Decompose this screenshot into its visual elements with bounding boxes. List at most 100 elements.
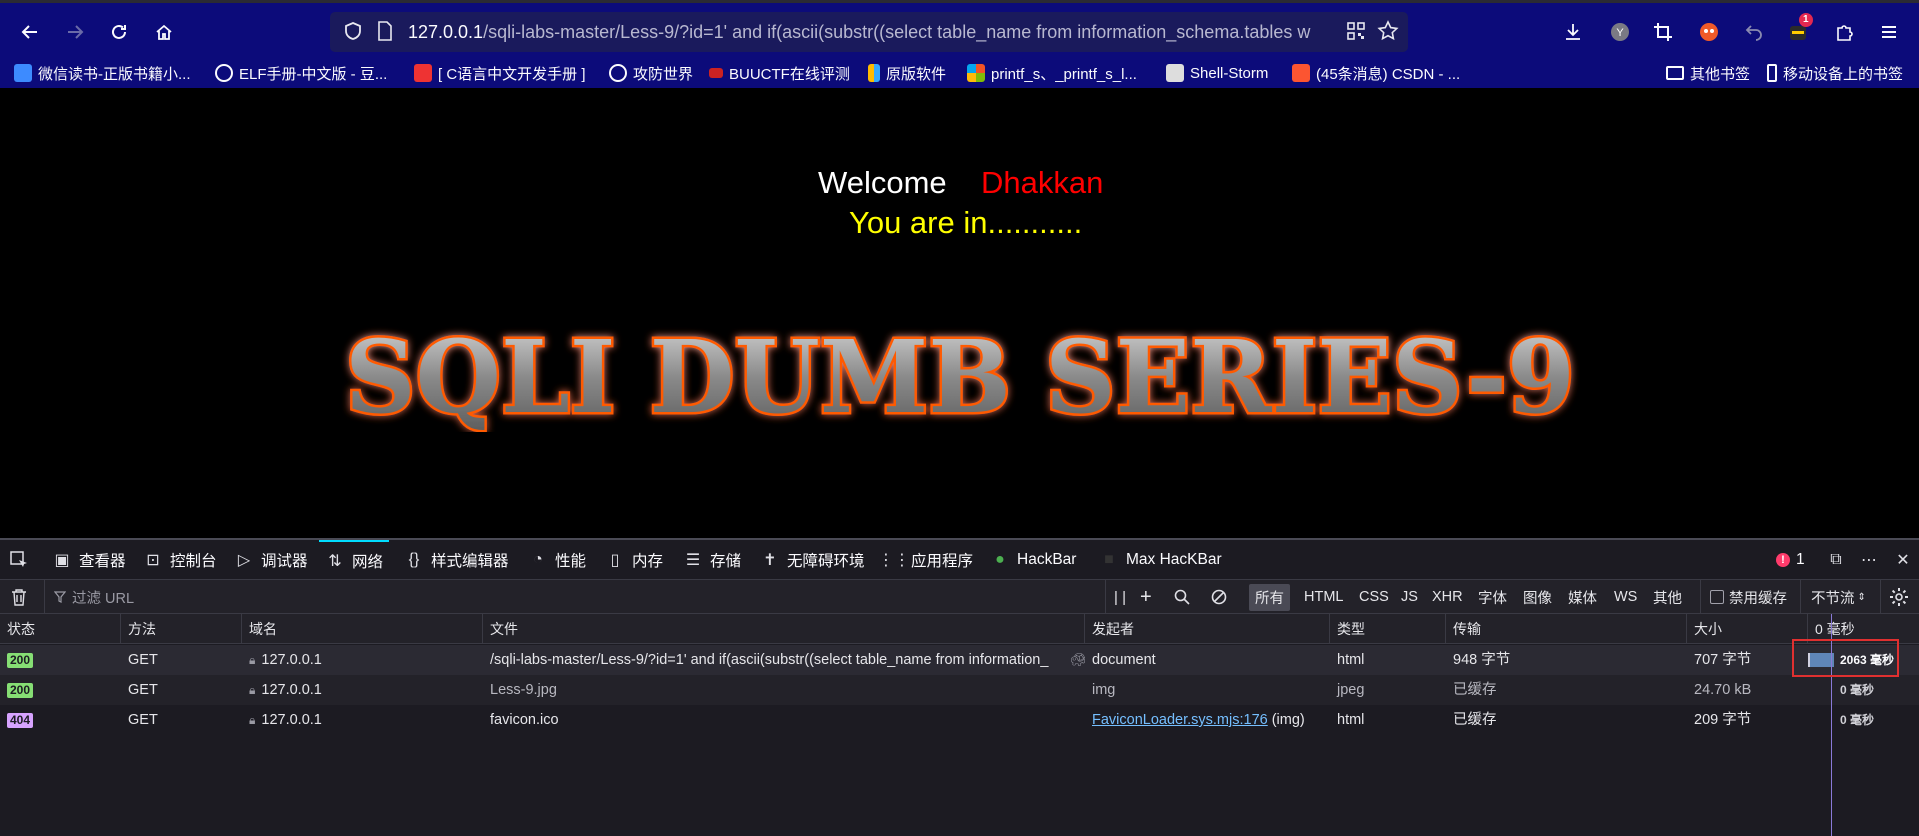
size-cell: 24.70 kB <box>1694 682 1752 698</box>
qr-code-icon[interactable] <box>1342 17 1370 45</box>
element-picker-button[interactable] <box>9 540 35 580</box>
devtools-menu-button[interactable]: ⋯ <box>1859 540 1886 580</box>
column-status[interactable]: 状态 <box>0 614 121 644</box>
extensions-button[interactable] <box>1827 15 1861 49</box>
filter-type-other[interactable]: 其他 <box>1653 580 1682 614</box>
disable-cache-checkbox[interactable]: 禁用缓存 <box>1700 580 1787 614</box>
bookmark-item[interactable]: 攻防世界 <box>609 63 693 83</box>
bookmark-item[interactable]: (45条消息) CSDN - ... <box>1292 63 1460 83</box>
crop-icon <box>1654 23 1672 41</box>
file-cell: Less-9.jpg <box>490 682 557 698</box>
column-method[interactable]: 方法 <box>121 614 242 644</box>
bookmark-item[interactable]: 原版软件 <box>868 63 946 83</box>
tab-debugger[interactable]: ▷ 调试器 <box>234 540 308 580</box>
pause-button[interactable]: | | <box>1105 580 1126 614</box>
filter-label: JS <box>1401 589 1418 605</box>
column-initiator[interactable]: 发起者 <box>1085 614 1330 644</box>
table-row[interactable]: 200 GET 🔒︎ 127.0.0.1 /sqli-labs-master/Le… <box>0 645 1919 675</box>
hackbar-extension-button[interactable] <box>1692 15 1726 49</box>
tab-max-hackbar[interactable]: ■ Max HacKBar <box>1099 540 1221 580</box>
more-options-icon: ⋯ <box>1861 552 1877 569</box>
undo-extension-button[interactable] <box>1737 15 1771 49</box>
tab-application[interactable]: ⋮⋮ 应用程序 <box>878 540 973 580</box>
filter-type-ws[interactable]: WS <box>1614 580 1637 614</box>
close-icon: ✕ <box>1896 552 1910 569</box>
clear-log-button[interactable] <box>11 580 27 614</box>
filter-url-input[interactable]: 过滤 URL <box>44 580 1090 614</box>
app-menu-button[interactable] <box>1872 15 1906 49</box>
page-info-icon[interactable] <box>371 17 399 45</box>
bookmark-item[interactable]: printf_s、_printf_s_l... <box>967 63 1137 83</box>
network-settings-button[interactable] <box>1880 580 1909 614</box>
filter-icon <box>54 591 66 603</box>
timing-label: 0 毫秒 <box>1840 713 1875 727</box>
tab-style-editor[interactable]: {} 样式编辑器 <box>404 540 509 580</box>
add-request-button[interactable]: + <box>1140 580 1152 614</box>
tab-hackbar[interactable]: ● HackBar <box>990 540 1076 580</box>
notification-extension-button[interactable]: 1 <box>1781 13 1815 49</box>
downloads-button[interactable] <box>1556 15 1590 49</box>
tab-inspector[interactable]: ▣ 查看器 <box>52 540 125 580</box>
timing-label: 0 毫秒 <box>1840 683 1875 697</box>
close-devtools-button[interactable]: ✕ <box>1893 540 1919 580</box>
filter-type-media[interactable]: 媒体 <box>1568 580 1597 614</box>
forward-button[interactable] <box>58 15 92 49</box>
filter-type-all[interactable]: 所有 <box>1249 580 1290 614</box>
status-badge: 404 <box>7 712 34 728</box>
bookmark-label: (45条消息) CSDN - ... <box>1316 65 1461 83</box>
tab-network[interactable]: ⇅ 网络 <box>319 540 390 580</box>
mobile-bookmarks[interactable]: 移动设备上的书签 <box>1767 63 1903 83</box>
turtle-icon: 🐢︎ <box>1070 652 1085 667</box>
filter-type-images[interactable]: 图像 <box>1523 580 1552 614</box>
bookmark-label: ELF手册-中文版 - 豆... <box>239 65 388 83</box>
bookmark-item[interactable]: [ C语言中文开发手册 ] <box>414 63 586 83</box>
filter-type-xhr[interactable]: XHR <box>1432 580 1463 614</box>
bookmark-item[interactable]: BUUCTF在线评测 <box>709 63 850 83</box>
url-bar[interactable]: 127.0.0.1/sqli-labs-master/Less-9/?id=1'… <box>330 12 1408 52</box>
initiator-link[interactable]: FaviconLoader.sys.mjs:176 <box>1092 712 1268 728</box>
lock-icon: 🔒︎ <box>249 713 256 727</box>
page-content: Welcome Dhakkan You are in........... SQ… <box>0 88 1919 538</box>
checkbox-box[interactable] <box>1710 590 1724 604</box>
back-button[interactable] <box>13 15 47 49</box>
bookmark-label: 微信读书-正版书籍小... <box>38 65 191 83</box>
search-button[interactable] <box>1174 580 1190 614</box>
column-size[interactable]: 大小 <box>1687 614 1808 644</box>
column-domain[interactable]: 域名 <box>242 614 483 644</box>
tab-console[interactable]: ⊡ 控制台 <box>143 540 216 580</box>
filter-type-css[interactable]: CSS <box>1359 580 1389 614</box>
filter-type-fonts[interactable]: 字体 <box>1478 580 1507 614</box>
other-bookmarks[interactable]: 其他书签 <box>1666 63 1750 83</box>
dock-side-button[interactable]: ⧉ <box>1826 540 1853 580</box>
bookmark-item[interactable]: 微信读书-正版书籍小... <box>14 63 191 83</box>
tracking-protection-icon[interactable] <box>339 17 367 45</box>
waterfall-cell: 0 毫秒 <box>1808 705 1919 735</box>
home-button[interactable] <box>147 15 181 49</box>
block-requests-button[interactable] <box>1211 580 1227 614</box>
filter-type-html[interactable]: HTML <box>1304 580 1343 614</box>
extension-y-button[interactable]: Y <box>1603 15 1637 49</box>
crop-extension-button[interactable] <box>1646 15 1680 49</box>
table-row[interactable]: 200 GET 🔒︎ 127.0.0.1 Less-9.jpg img jpeg … <box>0 675 1919 705</box>
column-type[interactable]: 类型 <box>1330 614 1446 644</box>
bookmark-item[interactable]: ELF手册-中文版 - 豆... <box>215 63 387 83</box>
tab-storage[interactable]: ☰ 存储 <box>683 540 741 580</box>
bookmark-item[interactable]: Shell-Storm <box>1166 63 1268 83</box>
reload-button[interactable] <box>102 15 136 49</box>
trash-icon <box>12 589 26 606</box>
status-badge: 200 <box>7 682 34 698</box>
home-icon <box>156 24 172 40</box>
tab-accessibility[interactable]: ✝ 无障碍环境 <box>760 540 864 580</box>
tab-memory[interactable]: ▯ 内存 <box>605 540 663 580</box>
throttling-select[interactable]: 不节流 ⇕ <box>1800 580 1866 614</box>
tab-performance[interactable]: ◔ 性能 <box>528 540 586 580</box>
filter-type-js[interactable]: JS <box>1401 580 1418 614</box>
bookmark-star-icon[interactable] <box>1374 17 1402 45</box>
column-file[interactable]: 文件 <box>483 614 1085 644</box>
method-cell: GET <box>128 682 158 698</box>
column-transferred[interactable]: 传输 <box>1446 614 1687 644</box>
sqli-banner-image: SQLI DUMB SERIES-9 <box>343 320 1578 432</box>
error-count-button[interactable]: ! 1 <box>1776 540 1805 580</box>
table-row[interactable]: 404 GET 🔒︎ 127.0.0.1 favicon.ico FaviconL… <box>0 705 1919 735</box>
filter-label: 媒体 <box>1568 590 1597 607</box>
